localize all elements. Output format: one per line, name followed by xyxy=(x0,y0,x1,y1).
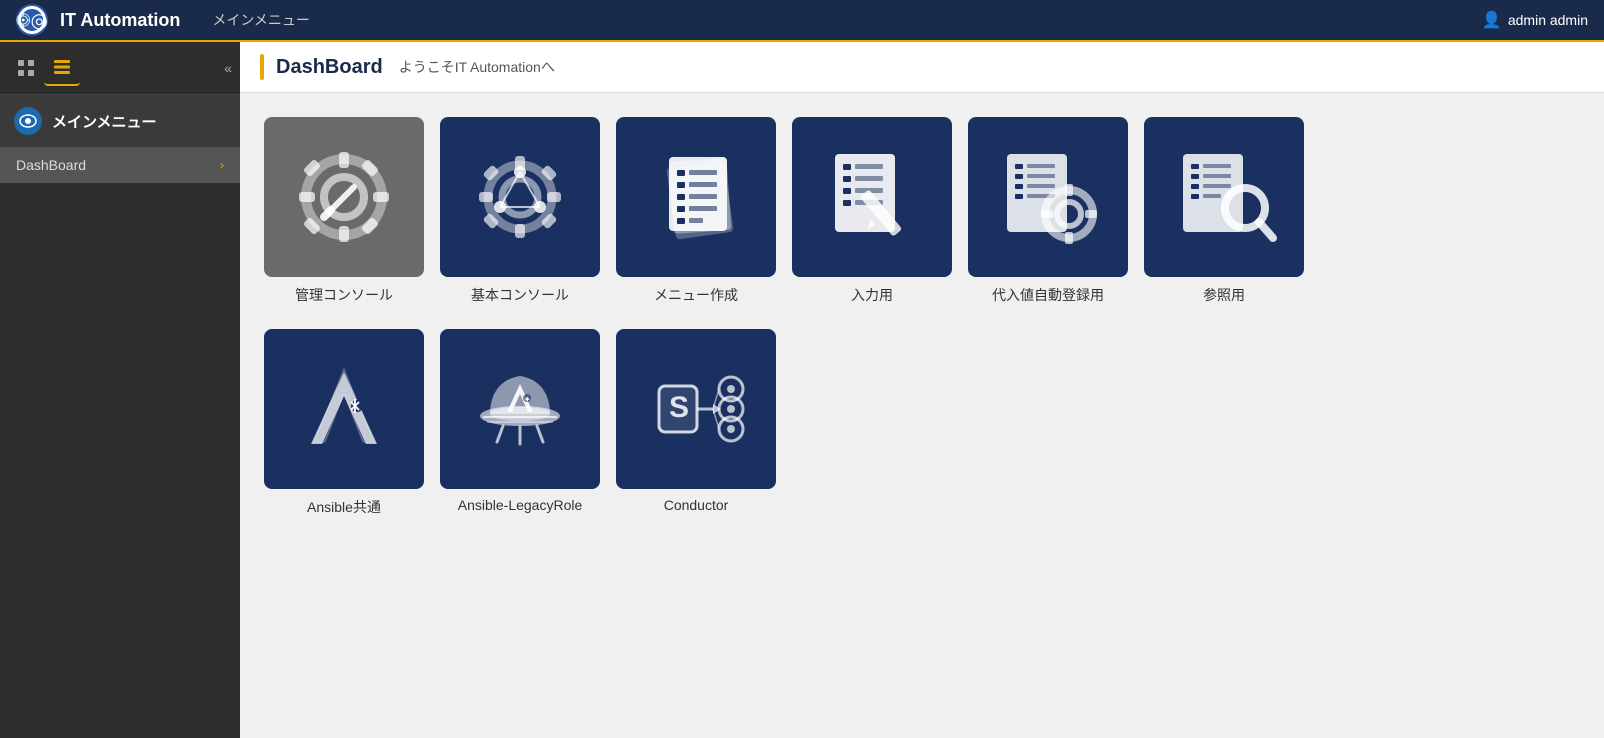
svg-text:S: S xyxy=(669,391,689,424)
sidebar: « メインメニュー DashBoard › xyxy=(0,42,240,738)
card-label-conductor: Conductor xyxy=(664,497,729,513)
card-icon-kihon xyxy=(440,117,600,277)
card-sansho[interactable]: 参照用 xyxy=(1144,117,1304,305)
sidebar-item-arrow: › xyxy=(220,158,224,172)
card-conductor[interactable]: S xyxy=(616,329,776,517)
sidebar-section-header: メインメニュー xyxy=(0,95,240,147)
main-title: DashBoard xyxy=(276,56,383,79)
header-user[interactable]: 👤 admin admin xyxy=(1482,10,1588,30)
header-logo xyxy=(16,4,48,36)
main-content: DashBoard ようこそIT Automationへ xyxy=(240,42,1604,738)
card-dainyuu[interactable]: 代入値自動登録用 xyxy=(968,117,1128,305)
sidebar-item-label: DashBoard xyxy=(16,157,86,173)
sidebar-collapse-button[interactable]: « xyxy=(224,60,232,76)
grid-view-button[interactable] xyxy=(8,50,44,86)
user-label: admin admin xyxy=(1508,12,1588,28)
card-ansible[interactable]: Ansible共通 xyxy=(264,329,424,517)
cards-row-2: Ansible共通 xyxy=(264,329,1580,517)
layout: « メインメニュー DashBoard › DashBoard ようこそIT A… xyxy=(0,42,1604,738)
sidebar-toolbar: « xyxy=(0,42,240,95)
user-icon: 👤 xyxy=(1482,10,1502,30)
card-menu[interactable]: メニュー作成 xyxy=(616,117,776,305)
sidebar-item-dashboard[interactable]: DashBoard › xyxy=(0,147,240,183)
card-icon-conductor: S xyxy=(616,329,776,489)
cards-row-1: 管理コンソール xyxy=(264,117,1580,305)
main-header: DashBoard ようこそIT Automationへ xyxy=(240,42,1604,93)
card-kanri[interactable]: 管理コンソール xyxy=(264,117,424,305)
header: IT Automation メインメニュー 👤 admin admin xyxy=(0,0,1604,42)
card-label-sansho: 参照用 xyxy=(1203,285,1245,305)
card-kihon[interactable]: 基本コンソール xyxy=(440,117,600,305)
card-icon-menu xyxy=(616,117,776,277)
card-label-ansible: Ansible共通 xyxy=(307,497,381,517)
title-accent xyxy=(260,54,264,80)
card-ansible-legacy[interactable]: ✦ Ansible-LegacyRole xyxy=(440,329,600,517)
main-title-bar: DashBoard xyxy=(260,54,383,80)
card-label-ansible-legacy: Ansible-LegacyRole xyxy=(458,497,583,513)
card-label-input: 入力用 xyxy=(851,285,893,305)
sidebar-section-title: メインメニュー xyxy=(52,111,157,132)
card-icon-ansible-legacy: ✦ xyxy=(440,329,600,489)
card-input[interactable]: 入力用 xyxy=(792,117,952,305)
list-view-button[interactable] xyxy=(44,50,80,86)
card-label-kanri: 管理コンソール xyxy=(295,285,393,305)
card-label-kihon: 基本コンソール xyxy=(471,285,569,305)
card-icon-ansible xyxy=(264,329,424,489)
header-left: IT Automation メインメニュー xyxy=(16,4,310,36)
sidebar-eye-icon xyxy=(14,107,42,135)
app-title: IT Automation xyxy=(60,10,180,31)
card-icon-dainyuu xyxy=(968,117,1128,277)
header-menu-label: メインメニュー xyxy=(212,10,310,30)
card-label-dainyuu: 代入値自動登録用 xyxy=(992,285,1104,305)
svg-text:✦: ✦ xyxy=(524,395,531,404)
card-icon-input xyxy=(792,117,952,277)
main-subtitle: ようこそIT Automationへ xyxy=(399,57,555,77)
cards-container: 管理コンソール xyxy=(240,93,1604,565)
card-icon-kanri xyxy=(264,117,424,277)
card-icon-sansho xyxy=(1144,117,1304,277)
card-label-menu: メニュー作成 xyxy=(654,285,738,305)
